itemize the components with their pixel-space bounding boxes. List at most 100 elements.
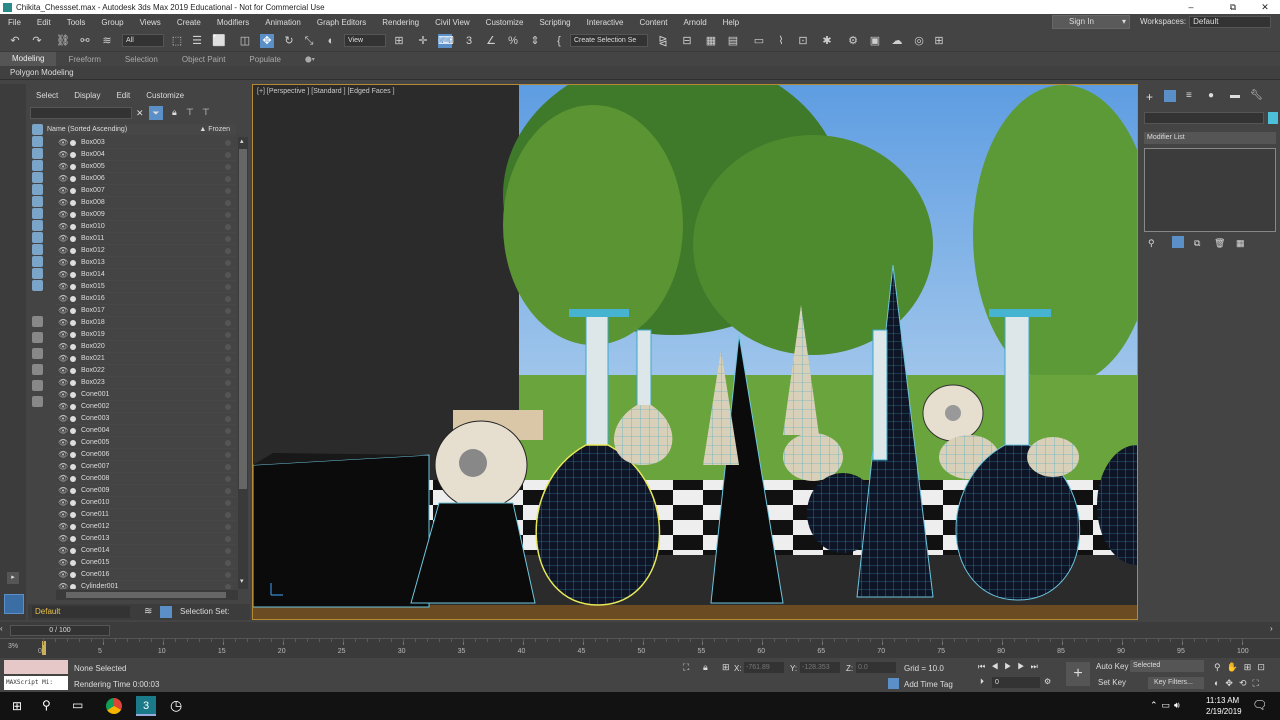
selection-sets-label[interactable]: Selection Set: — [180, 604, 229, 620]
renderable-icon[interactable] — [70, 320, 76, 326]
select-object-icon[interactable]: ⬚ — [170, 34, 184, 48]
frozen-toggle-icon[interactable] — [225, 428, 231, 434]
display-all-icon[interactable] — [32, 124, 43, 135]
visibility-eye-icon[interactable]: 👁︎ — [58, 437, 68, 449]
visibility-eye-icon[interactable]: 👁︎ — [58, 473, 68, 485]
motion-tab-icon[interactable]: ● — [1208, 90, 1214, 101]
frozen-toggle-icon[interactable] — [225, 296, 231, 302]
h-scrollbar-thumb[interactable] — [66, 592, 226, 598]
viewport-label[interactable]: [+] [Perspective ] [Standard ] [Edged Fa… — [257, 88, 395, 95]
pin-stack-icon[interactable]: ⚲ — [1148, 238, 1155, 249]
config-icon[interactable] — [32, 396, 43, 407]
absolute-mode-icon[interactable]: ⊞ — [722, 662, 730, 673]
workspace-selector[interactable]: Workspaces: Default — [1140, 15, 1280, 29]
frozen-toggle-icon[interactable] — [225, 356, 231, 362]
ribbon-tab-selection[interactable]: Selection — [113, 55, 170, 64]
frozen-toggle-icon[interactable] — [225, 176, 231, 182]
renderable-icon[interactable] — [70, 392, 76, 398]
set-key-button[interactable]: Set Key — [1098, 678, 1126, 687]
frozen-toggle-icon[interactable] — [225, 308, 231, 314]
find-icon[interactable] — [32, 364, 43, 375]
list-item[interactable]: 👁︎ Box012 — [56, 245, 236, 257]
renderable-icon[interactable] — [70, 476, 76, 482]
list-item[interactable]: 👁︎ Box021 — [56, 353, 236, 365]
lights-icon[interactable] — [32, 160, 43, 171]
frozen-icon[interactable] — [32, 268, 43, 279]
select-by-name-icon[interactable]: ☰ — [190, 34, 204, 48]
selection-filter-dropdown[interactable]: All — [122, 34, 164, 47]
list-horizontal-scrollbar[interactable] — [56, 590, 238, 600]
frozen-toggle-icon[interactable] — [225, 380, 231, 386]
menu-rendering[interactable]: Rendering — [374, 18, 427, 27]
renderable-icon[interactable] — [70, 212, 76, 218]
menu-edit[interactable]: Edit — [29, 18, 59, 27]
frozen-toggle-icon[interactable] — [225, 572, 231, 578]
list-item[interactable]: 👁︎ Cone004 — [56, 425, 236, 437]
workspace-dropdown[interactable]: Default — [1189, 16, 1272, 28]
current-frame-field[interactable]: 0 — [992, 677, 1040, 688]
expand-arrow-icon[interactable]: ▸ — [7, 572, 19, 584]
isolate-icon[interactable]: ⛶ — [683, 662, 689, 673]
list-item[interactable]: 👁︎ Box020 — [56, 341, 236, 353]
time-slider-bar[interactable] — [0, 622, 1280, 638]
frozen-toggle-icon[interactable] — [225, 140, 231, 146]
visibility-eye-icon[interactable]: 👁︎ — [58, 293, 68, 305]
layers-icon[interactable]: ⊤ — [202, 107, 210, 118]
menu-animation[interactable]: Animation — [257, 18, 309, 27]
visibility-eye-icon[interactable]: 👁︎ — [58, 353, 68, 365]
visibility-eye-icon[interactable]: 👁︎ — [58, 521, 68, 533]
list-item[interactable]: 👁︎ Box011 — [56, 233, 236, 245]
frozen-toggle-icon[interactable] — [225, 368, 231, 374]
renderable-icon[interactable] — [70, 296, 76, 302]
3dsmax-taskbar-icon[interactable]: 3 — [136, 696, 156, 716]
clear-filter-icon[interactable]: ✕ — [136, 108, 144, 119]
ribbon-options-icon[interactable]: ⬤▾ — [293, 56, 327, 63]
clock-time[interactable]: 11:13 AM — [1206, 696, 1239, 705]
configure-sets-icon[interactable]: ▦ — [1236, 238, 1245, 249]
filter-icon[interactable]: ⏷ — [149, 106, 163, 120]
shapes-icon[interactable] — [32, 148, 43, 159]
frozen-toggle-icon[interactable] — [225, 440, 231, 446]
show-end-result-icon[interactable] — [1172, 236, 1184, 248]
menu-graph-editors[interactable]: Graph Editors — [309, 18, 374, 27]
renderable-icon[interactable] — [70, 152, 76, 158]
layer-dropdown[interactable]: Default — [32, 606, 130, 618]
explorer-menu-display[interactable]: Display — [66, 91, 108, 100]
key-filters-button[interactable]: Key Filters... — [1148, 677, 1204, 689]
list-item[interactable]: 👁︎ Box005 — [56, 161, 236, 173]
lock-icon[interactable]: 🔒︎ — [172, 107, 177, 118]
list-item[interactable]: 👁︎ Cone015 — [56, 557, 236, 569]
frozen-toggle-icon[interactable] — [225, 464, 231, 470]
renderable-icon[interactable] — [70, 188, 76, 194]
visibility-eye-icon[interactable]: 👁︎ — [58, 389, 68, 401]
visibility-eye-icon[interactable]: 👁︎ — [58, 533, 68, 545]
playback-controls[interactable]: ⏮◀▶▶⏭ — [978, 662, 1044, 672]
ribbon-toggle-icon[interactable]: ▭ — [752, 34, 766, 48]
scroll-down-icon[interactable]: ▾ — [240, 577, 244, 585]
frozen-toggle-icon[interactable] — [225, 404, 231, 410]
frozen-toggle-icon[interactable] — [225, 536, 231, 542]
render-production-icon[interactable]: ☁ — [890, 34, 904, 48]
frozen-toggle-icon[interactable] — [225, 416, 231, 422]
hierarchy-tab-icon[interactable]: ≡ — [1186, 90, 1192, 101]
ribbon-tab-object-paint[interactable]: Object Paint — [170, 55, 238, 64]
frozen-toggle-icon[interactable] — [225, 524, 231, 530]
frozen-toggle-icon[interactable] — [225, 224, 231, 230]
angle-snap-icon[interactable]: ∠ — [484, 34, 498, 48]
visibility-eye-icon[interactable]: 👁︎ — [58, 569, 68, 581]
renderable-icon[interactable] — [70, 572, 76, 578]
placement-icon[interactable]: ◐ — [324, 34, 338, 48]
renderable-icon[interactable] — [70, 272, 76, 278]
renderable-icon[interactable] — [70, 560, 76, 566]
minimize-button[interactable]: – — [1176, 0, 1206, 14]
auto-key-button[interactable]: Auto Key — [1096, 662, 1128, 671]
add-time-tag[interactable]: Add Time Tag — [904, 680, 953, 689]
renderable-icon[interactable] — [70, 344, 76, 350]
maxscript-listener-top[interactable] — [4, 660, 68, 674]
renderable-icon[interactable] — [70, 260, 76, 266]
menu-tools[interactable]: Tools — [59, 18, 94, 27]
tray-icons[interactable]: ⌃▭🔊︎ — [1150, 700, 1184, 711]
menu-views[interactable]: Views — [132, 18, 169, 27]
frozen-toggle-icon[interactable] — [225, 548, 231, 554]
curve-editor-icon[interactable]: ⌇ — [774, 34, 788, 48]
